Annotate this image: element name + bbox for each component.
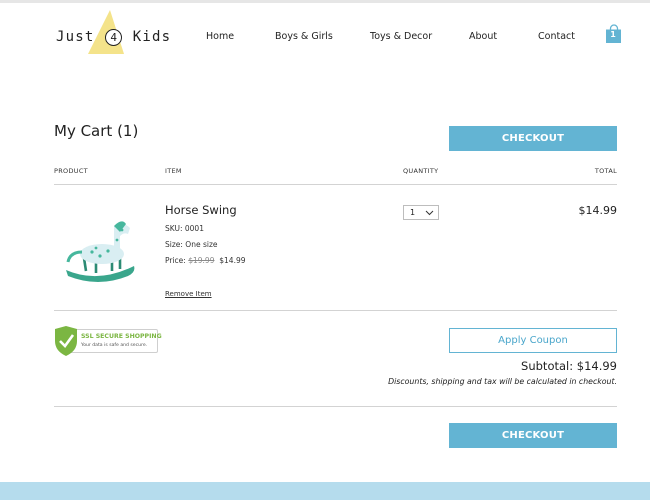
quantity-value: 1 (410, 208, 416, 217)
site-logo[interactable]: Just 4 Kids (56, 10, 170, 56)
ssl-badge: SSL SECURE SHOPPING Your data is safe an… (54, 326, 162, 356)
item-price: Price: $19.99 $14.99 (165, 256, 246, 265)
item-sale-price: $14.99 (219, 256, 246, 265)
ssl-badge-title: SSL SECURE SHOPPING (81, 333, 162, 340)
column-header-item: ITEM (165, 167, 182, 175)
top-strip (0, 0, 650, 3)
item-total: $14.99 (578, 204, 618, 217)
logo-word-just: Just (56, 29, 95, 45)
checkout-button-top[interactable]: CHECKOUT (449, 126, 617, 151)
divider (54, 184, 617, 185)
logo-digit-four: 4 (105, 29, 123, 46)
checkout-disclaimer: Discounts, shipping and tax will be calc… (388, 377, 617, 386)
product-image[interactable] (62, 218, 138, 284)
item-size: Size: One size (165, 240, 218, 249)
chevron-down-icon (425, 210, 434, 216)
nav-toys-decor[interactable]: Toys & Decor (370, 31, 432, 42)
logo-word-kids: Kids (132, 29, 172, 45)
column-header-product: PRODUCT (54, 167, 88, 175)
apply-coupon-button[interactable]: Apply Coupon (449, 328, 617, 353)
cart-count: 1 (610, 30, 616, 39)
nav-home[interactable]: Home (206, 31, 234, 42)
item-original-price: $19.99 (188, 256, 215, 265)
item-name[interactable]: Horse Swing (165, 203, 237, 217)
quantity-select[interactable]: 1 (403, 205, 439, 220)
divider (54, 310, 617, 311)
ssl-badge-box: SSL SECURE SHOPPING Your data is safe an… (66, 329, 162, 353)
item-sku: SKU: 0001 (165, 224, 204, 233)
column-header-quantity: QUANTITY (403, 167, 439, 175)
cart-button[interactable]: 1 (605, 24, 623, 44)
rocking-horse-icon (66, 221, 135, 282)
remove-item-link[interactable]: Remove Item (165, 290, 212, 298)
checkout-button-bottom[interactable]: CHECKOUT (449, 423, 617, 448)
footer-band (0, 482, 650, 500)
shield-check-icon (55, 326, 77, 356)
logo-text: Just 4 Kids (56, 29, 171, 46)
page-title: My Cart (1) (54, 122, 139, 140)
nav-about[interactable]: About (469, 31, 497, 42)
subtotal: Subtotal: $14.99 (521, 359, 617, 373)
nav-boys-girls[interactable]: Boys & Girls (275, 31, 333, 42)
ssl-badge-subtitle: Your data is safe and secure. (81, 343, 148, 348)
divider (54, 406, 617, 407)
item-price-label: Price: (165, 256, 186, 265)
nav-contact[interactable]: Contact (538, 31, 575, 42)
column-header-total: TOTAL (594, 167, 617, 175)
